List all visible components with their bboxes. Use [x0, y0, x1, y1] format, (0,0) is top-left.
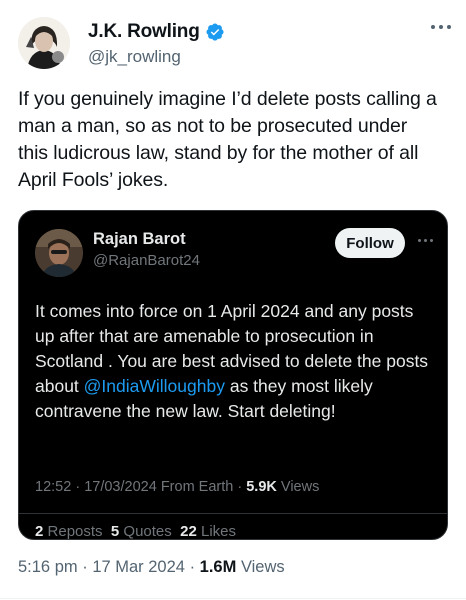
separator: ·: [237, 479, 243, 495]
quotes-label: Quotes: [123, 523, 172, 540]
reposts-link[interactable]: 2 Reposts: [35, 523, 103, 540]
separator: ·: [75, 479, 81, 495]
author-name-row: J.K. Rowling: [88, 21, 225, 43]
author-name[interactable]: J.K. Rowling: [88, 21, 200, 43]
tweet-time[interactable]: 5:16 pm: [18, 558, 78, 576]
quoted-tweet-text: It comes into force on 1 April 2024 and …: [35, 299, 431, 424]
quoted-author-avatar[interactable]: [35, 229, 83, 277]
author-handle[interactable]: @jk_rowling: [88, 47, 181, 67]
reposts-label: Reposts: [47, 523, 103, 540]
tweet-meta: 5:16 pm · 17 Mar 2024 · 1.6M Views: [18, 558, 285, 577]
tweet-text-line: man a man, so as not to be prosecuted un…: [18, 115, 408, 137]
tweet-text-line: April Fools’ jokes.: [18, 169, 169, 191]
likes-count: 22: [180, 523, 197, 540]
quoted-date[interactable]: 17/03/2024: [84, 479, 157, 495]
tweet-views-label: Views: [240, 558, 285, 576]
likes-link[interactable]: 22 Likes: [180, 523, 237, 540]
separator: ·: [82, 558, 88, 576]
tweet-text-line: this ludicrous law, stand by for the mot…: [18, 142, 419, 164]
quoted-author-handle[interactable]: @RajanBarot24: [93, 252, 200, 269]
divider: [0, 598, 466, 599]
more-options-icon[interactable]: [430, 21, 452, 33]
quotes-count: 5: [110, 523, 120, 540]
quoted-engagement-stats: 2 Reposts 5 Quotes 22 Likes: [35, 523, 237, 540]
quoted-time[interactable]: 12:52: [35, 479, 71, 495]
tweet-text: If you genuinely imagine I’d delete post…: [18, 86, 450, 194]
quoted-tweet-card[interactable]: Rajan Barot @RajanBarot24 Follow It come…: [18, 210, 448, 540]
avatar[interactable]: [18, 17, 70, 69]
mention-link[interactable]: @IndiaWilloughby: [84, 376, 225, 396]
tweet-text-line: If you genuinely imagine I’d delete post…: [18, 88, 437, 110]
quoted-views-count: 5.9K: [246, 479, 277, 495]
quotes-link[interactable]: 5 Quotes: [110, 523, 172, 540]
divider: [19, 513, 447, 514]
likes-label: Likes: [200, 523, 237, 540]
quoted-source: From Earth: [160, 479, 234, 495]
tweet-date[interactable]: 17 Mar 2024: [92, 558, 185, 576]
verified-badge-icon: [206, 23, 224, 41]
separator: ·: [189, 558, 196, 576]
quoted-more-options-icon[interactable]: [417, 237, 435, 245]
follow-button[interactable]: Follow: [335, 228, 405, 258]
quoted-views-label: Views: [280, 479, 320, 495]
tweet-views-count: 1.6M: [199, 558, 237, 576]
tweet-header: J.K. Rowling @jk_rowling: [18, 17, 452, 73]
reposts-count: 2: [35, 523, 44, 540]
tweet-page: J.K. Rowling @jk_rowling If you genuinel…: [0, 0, 466, 600]
quoted-author-name[interactable]: Rajan Barot: [93, 230, 186, 249]
quoted-tweet-meta: 12:52 · 17/03/2024 From Earth · 5.9K Vie…: [35, 479, 319, 495]
